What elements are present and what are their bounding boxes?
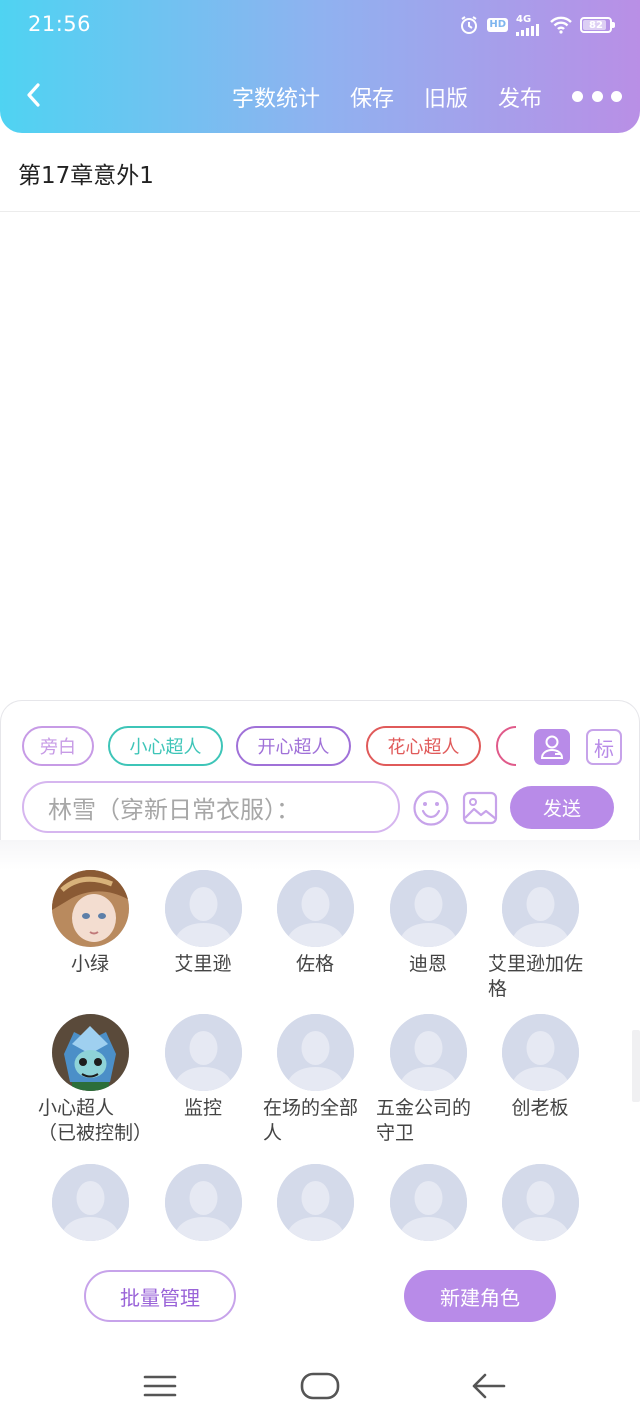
title-divider [0,211,640,212]
character-item[interactable]: 迪恩 [368,870,488,1010]
mark-button[interactable]: 标 [586,729,622,765]
character-name: 创老板 [511,1097,569,1119]
character-avatar [165,1164,242,1241]
character-item[interactable] [255,1164,375,1244]
battery-icon: 82 [580,17,615,33]
status-time: 21:56 [28,12,92,36]
role-select-button[interactable] [534,729,570,765]
character-avatar [52,1164,129,1241]
scroll-indicator[interactable] [632,1030,640,1102]
back-button[interactable] [20,80,46,110]
wifi-icon [550,16,572,34]
character-avatar [277,1014,354,1091]
character-name: 小心超人（已被控制） [38,1097,150,1144]
character-avatar [502,1014,579,1091]
image-button[interactable] [461,789,499,827]
hd-badge: HD [487,18,508,32]
character-avatar [277,870,354,947]
word-count-button[interactable]: 字数统计 [232,81,320,113]
character-name: 艾里逊 [174,953,232,975]
status-icons: HD 4G 82 [459,13,615,37]
more-dots-icon [572,90,583,102]
character-name: 迪恩 [408,953,447,975]
panel-divider [0,840,640,870]
character-item[interactable]: 艾里逊加佐格 [480,870,600,1010]
character-avatar [52,1014,129,1091]
character-item[interactable] [480,1164,600,1244]
save-button[interactable]: 保存 [350,81,394,113]
character-item[interactable] [143,1164,263,1244]
role-chip-more[interactable] [496,726,516,766]
character-name: 艾里逊加佐格 [488,953,584,1000]
character-name: 小绿 [70,953,109,975]
character-item[interactable]: 小心超人（已被控制） [30,1014,150,1154]
character-avatar [390,1164,467,1241]
character-avatar [277,1164,354,1241]
role-chip-narration[interactable]: 旁白 [22,726,94,766]
alarm-icon [459,15,479,35]
character-name: 佐格 [295,953,334,975]
publish-button[interactable]: 发布 [498,81,542,113]
character-avatar [390,1014,467,1091]
character-avatar [390,870,467,947]
character-item[interactable]: 艾里逊 [143,870,263,1010]
character-item[interactable]: 佐格 [255,870,375,1010]
system-home-button[interactable] [300,1366,340,1406]
network-type: 4G [516,13,532,25]
more-button[interactable] [572,88,622,104]
role-chip-xiaoxin[interactable]: 小心超人 [108,726,223,766]
menu-icon [143,1375,177,1397]
batch-manage-button[interactable]: 批量管理 [84,1270,236,1322]
back-arrow-icon [472,1373,506,1399]
old-version-button[interactable]: 旧版 [424,81,468,113]
dialogue-input[interactable]: 林雪（穿新日常衣服）： [22,781,400,833]
system-back-button[interactable] [468,1366,508,1406]
character-avatar [52,870,129,947]
system-menu-button[interactable] [140,1366,180,1406]
chevron-left-icon [27,83,40,107]
character-item[interactable] [368,1164,488,1244]
user-card-icon [540,735,564,759]
character-avatar [165,1014,242,1091]
character-item[interactable]: 在场的全部人 [255,1014,375,1154]
character-item[interactable]: 五金公司的守卫 [368,1014,488,1154]
character-name: 在场的全部人 [263,1097,359,1144]
character-item[interactable] [30,1164,150,1244]
top-app-bar: 21:56 HD 4G 82 字数统计 保存 旧版 发布 [0,0,640,133]
home-icon [300,1372,340,1400]
character-avatar [165,870,242,947]
character-item[interactable]: 小绿 [30,870,150,1010]
role-chip-row[interactable]: 旁白 小心超人 开心超人 花心超人 [22,726,516,766]
mark-label: 标 [594,736,614,761]
battery-text: 82 [589,19,603,31]
character-item[interactable]: 创老板 [480,1014,600,1154]
character-name: 监控 [183,1097,222,1119]
send-button[interactable]: 发送 [510,786,614,829]
character-item[interactable]: 监控 [143,1014,263,1154]
emoji-button[interactable] [412,789,450,827]
character-name: 五金公司的守卫 [376,1097,472,1144]
role-chip-kaixin[interactable]: 开心超人 [236,726,351,766]
new-role-button[interactable]: 新建角色 [404,1270,556,1322]
role-chip-huaxin[interactable]: 花心超人 [366,726,481,766]
image-icon [462,791,498,825]
smile-icon [413,790,449,826]
signal-icon: 4G [516,13,542,36]
character-avatar [502,1164,579,1241]
header-actions: 字数统计 保存 旧版 发布 [232,80,542,114]
chapter-title[interactable]: 第17章意外1 [18,156,154,190]
character-avatar [502,870,579,947]
dialogue-input-placeholder: 林雪（穿新日常衣服）： [48,795,300,824]
